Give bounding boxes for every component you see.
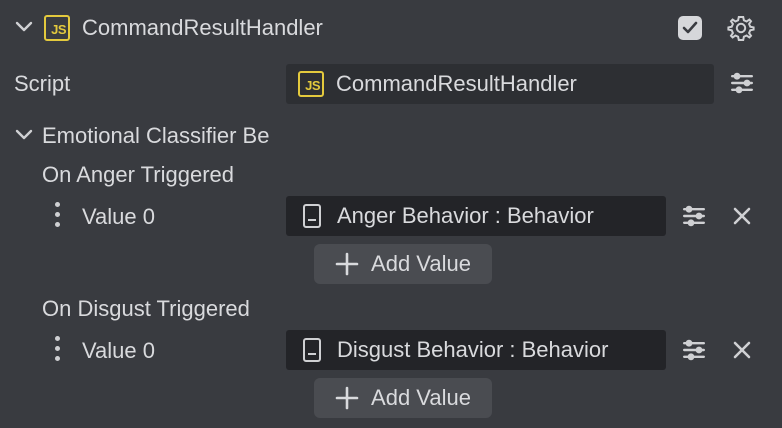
remove-close-icon[interactable]: [732, 340, 752, 365]
component-title: CommandResultHandler: [82, 15, 323, 40]
behavior-field-value: Anger Behavior : Behavior: [337, 203, 594, 228]
sliders-icon[interactable]: [681, 205, 707, 232]
plus-icon: [335, 252, 359, 276]
js-file-icon: JS: [44, 15, 70, 41]
script-field-value: CommandResultHandler: [336, 71, 577, 96]
section-chevron-down-icon[interactable]: [14, 128, 34, 142]
gear-icon[interactable]: [727, 14, 755, 47]
script-label: Script: [14, 71, 71, 96]
behavior-field[interactable]: Disgust Behavior : Behavior: [286, 330, 666, 370]
entry-label: Value 0: [82, 338, 155, 363]
add-value-label: Add Value: [371, 385, 471, 410]
sliders-icon[interactable]: [729, 72, 755, 99]
collapse-chevron-down-icon[interactable]: [14, 20, 34, 34]
js-file-icon: JS: [298, 71, 324, 97]
behavior-field[interactable]: Anger Behavior : Behavior: [286, 196, 666, 236]
section-title: Emotional Classifier Be: [42, 125, 270, 147]
event-title: On Anger Triggered: [42, 162, 235, 187]
sliders-icon[interactable]: [681, 339, 707, 366]
event-title: On Disgust Triggered: [42, 296, 250, 321]
document-icon: [303, 338, 321, 362]
plus-icon: [335, 386, 359, 410]
add-value-label: Add Value: [371, 251, 471, 276]
component-enabled-checkbox[interactable]: [678, 16, 702, 40]
behavior-field-value: Disgust Behavior : Behavior: [337, 337, 609, 362]
script-field[interactable]: JS CommandResultHandler: [286, 64, 714, 104]
drag-handle-icon[interactable]: [55, 202, 60, 232]
remove-close-icon[interactable]: [732, 206, 752, 231]
add-value-button[interactable]: Add Value: [314, 378, 492, 418]
drag-handle-icon[interactable]: [55, 336, 60, 366]
document-icon: [303, 204, 321, 228]
add-value-button[interactable]: Add Value: [314, 244, 492, 284]
entry-label: Value 0: [82, 204, 155, 229]
checkmark-icon: [682, 21, 698, 34]
